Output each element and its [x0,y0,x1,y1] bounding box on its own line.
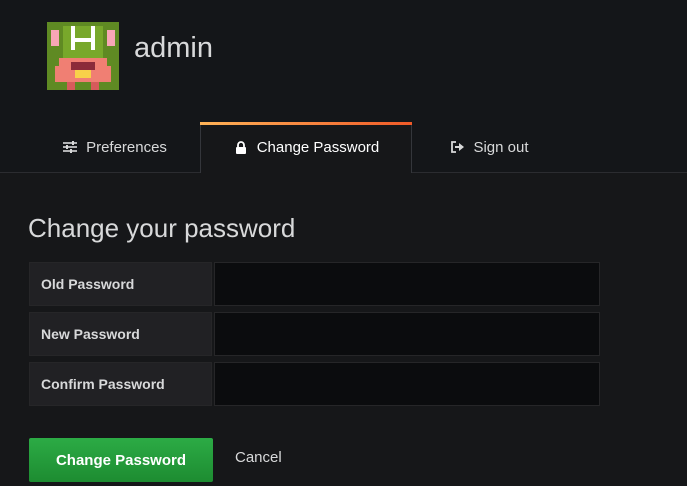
change-password-button[interactable]: Change Password [29,438,213,482]
tab-preferences-label: Preferences [86,138,167,156]
profile-page: admin Preferences Change Password Sign o… [0,0,687,486]
new-password-input[interactable] [214,312,600,356]
tab-preferences[interactable]: Preferences [29,122,200,172]
sliders-icon [62,139,78,155]
pixel-monster-avatar-icon [47,22,119,90]
tab-change-password-label: Change Password [256,139,380,156]
section-title: Change your password [28,213,296,243]
confirm-password-input[interactable] [214,362,600,406]
sign-out-icon [449,139,465,155]
tab-sign-out[interactable]: Sign out [425,122,553,172]
tab-change-password[interactable]: Change Password [200,122,412,173]
change-password-panel: Change your password Old Password New Pa… [0,173,687,486]
old-password-input[interactable] [214,262,600,306]
profile-tabs: Preferences Change Password Sign out [0,122,687,173]
confirm-password-label: Confirm Password [29,362,212,406]
tab-sign-out-label: Sign out [473,138,529,156]
profile-username: admin [134,32,213,64]
new-password-row: New Password [29,312,600,356]
old-password-row: Old Password [29,262,600,306]
cancel-button[interactable]: Cancel [235,449,282,467]
confirm-password-row: Confirm Password [29,362,600,406]
profile-header: admin [0,0,687,96]
page-header: admin Preferences Change Password Sign o… [0,0,687,173]
new-password-label: New Password [29,312,212,356]
lock-icon [233,140,249,156]
old-password-label: Old Password [29,262,212,306]
